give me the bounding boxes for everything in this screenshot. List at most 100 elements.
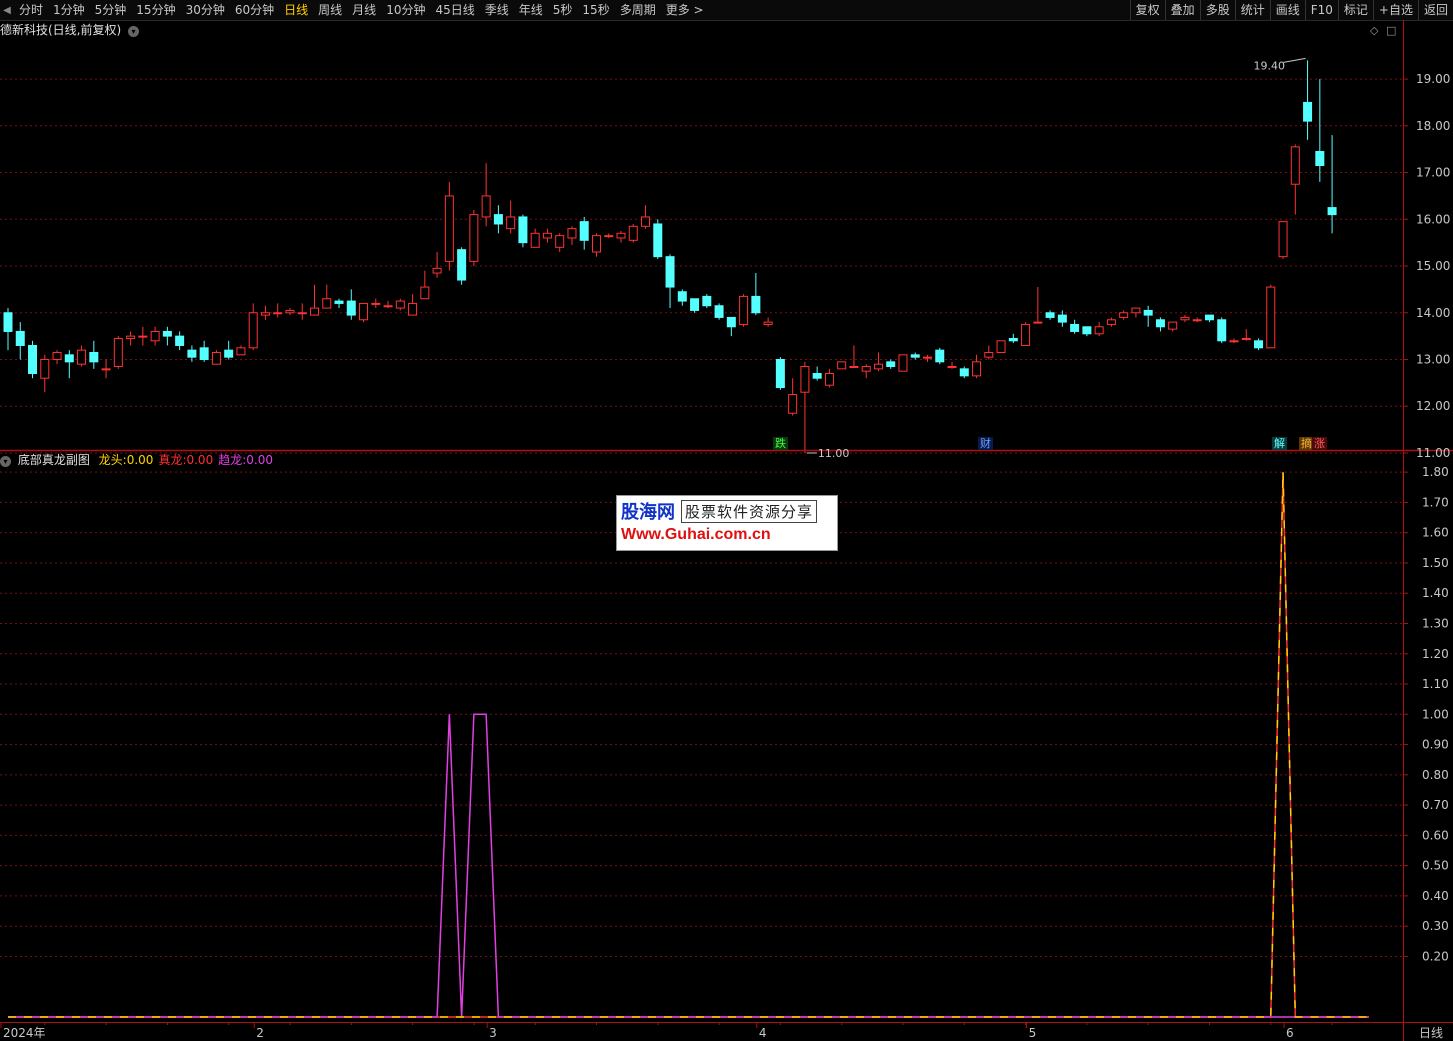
candle-body (886, 361, 896, 368)
event-tag-0[interactable]: 跌 (773, 437, 788, 450)
candle-body (1106, 319, 1116, 325)
max-price-label: 19.40 (1254, 59, 1286, 72)
indicator-lines (8, 472, 1369, 1018)
sub-y-tick-label: 0.60 (1422, 828, 1449, 842)
candle-body (1033, 321, 1043, 324)
candle-body (187, 349, 197, 358)
x-tick-label: 4 (759, 1026, 767, 1040)
candle-body (236, 347, 246, 356)
candlestick-series (3, 60, 1337, 453)
candle-body (1278, 221, 1288, 258)
candle-body (1045, 312, 1055, 318)
sub-y-tick-label: 1.70 (1422, 495, 1449, 509)
candle-body (898, 354, 908, 372)
candle-body (1254, 340, 1264, 349)
sub-y-tick-label: 0.20 (1422, 949, 1449, 963)
candle-body (873, 363, 883, 370)
main-y-tick-label: 11.00 (1416, 446, 1450, 460)
x-tick-label: 5 (1029, 1026, 1037, 1040)
candle-body (310, 307, 319, 316)
candle-body (1119, 312, 1129, 318)
candle-body (604, 235, 614, 238)
event-tag-2[interactable]: 解 (1272, 437, 1287, 450)
candle-body (984, 351, 994, 358)
candle-body (1070, 323, 1080, 332)
sub-y-tick-label: 1.50 (1422, 556, 1449, 570)
sub-y-tick-label: 1.00 (1422, 707, 1449, 721)
indicator-line-0 (8, 472, 1369, 1018)
candle-body (371, 302, 381, 305)
x-tick-label: 2 (256, 1026, 264, 1040)
candle-body (273, 312, 283, 315)
candle-body (824, 373, 834, 386)
candle-body (1008, 337, 1018, 342)
candle-body (1229, 340, 1239, 343)
candle-body (1327, 207, 1337, 216)
indicator-line-2 (8, 713, 1369, 1018)
sub-y-tick-label: 0.90 (1422, 738, 1449, 752)
max-arrow (1283, 57, 1306, 63)
candle-body (3, 312, 13, 332)
candle-body (591, 235, 601, 253)
watermark-url: Www.Guhai.com.cn (621, 526, 771, 543)
candle-body (861, 366, 871, 372)
sub-y-tick-label: 0.70 (1422, 798, 1449, 812)
candle-body (420, 286, 430, 300)
candle-body (935, 349, 945, 363)
candle-body (346, 300, 356, 316)
candle-body (947, 366, 957, 369)
watermark: 股海网 股票软件资源分享 Www.Guhai.com.cn (616, 495, 838, 551)
candle-body (1057, 314, 1067, 323)
main-y-tick-label: 16.00 (1416, 212, 1450, 226)
candle-body (849, 366, 859, 369)
candle-body (395, 300, 405, 309)
candle-body (739, 295, 749, 325)
candle-body (248, 312, 258, 349)
candle-body (15, 330, 25, 346)
main-y-tick-label: 19.00 (1416, 72, 1450, 86)
candle-body (714, 305, 724, 318)
candle-body (518, 216, 528, 244)
main-y-tick-label: 13.00 (1416, 353, 1450, 367)
candle-body (334, 300, 344, 304)
main-y-tick-label: 12.00 (1416, 399, 1450, 413)
candle-body (812, 373, 822, 379)
candle-body (837, 361, 847, 370)
x-tick-label: 6 (1286, 1026, 1294, 1040)
main-y-tick-label: 14.00 (1416, 306, 1450, 320)
candle-body (1241, 337, 1251, 340)
sub-y-tick-label: 1.40 (1422, 586, 1449, 600)
sub-y-tick-label: 0.40 (1422, 889, 1449, 903)
x-tick-label: 2024年 (3, 1026, 46, 1040)
candle-body (1217, 319, 1227, 342)
candle-body (432, 267, 442, 274)
event-tag-4[interactable]: 涨 (1312, 437, 1327, 450)
event-tag-1[interactable]: 财 (978, 437, 993, 450)
candle-body (1094, 326, 1104, 335)
candle-body (28, 344, 38, 375)
candle-body (579, 221, 589, 241)
candle-body (52, 351, 62, 361)
candle-body (702, 295, 712, 307)
candle-body (101, 368, 111, 371)
candle-body (457, 249, 467, 281)
candle-body (530, 232, 540, 248)
candle-body (260, 312, 270, 316)
candle-body (959, 368, 969, 377)
candle-body (408, 302, 418, 316)
candle-body (469, 214, 479, 262)
candle-body (1192, 319, 1202, 322)
candle-body (910, 354, 920, 358)
candle-body (481, 195, 491, 218)
candle-body (1204, 314, 1214, 321)
candle-body (788, 394, 798, 414)
candle-body (113, 337, 123, 368)
candle-body (628, 225, 638, 241)
watermark-logo: 股海网 (621, 502, 675, 523)
x-tick-label: 3 (489, 1026, 497, 1040)
candle-body (972, 361, 982, 377)
candle-body (542, 232, 552, 239)
candle-body (1155, 319, 1165, 328)
sub-y-tick-label: 1.20 (1422, 647, 1449, 661)
candle-body (162, 330, 172, 337)
